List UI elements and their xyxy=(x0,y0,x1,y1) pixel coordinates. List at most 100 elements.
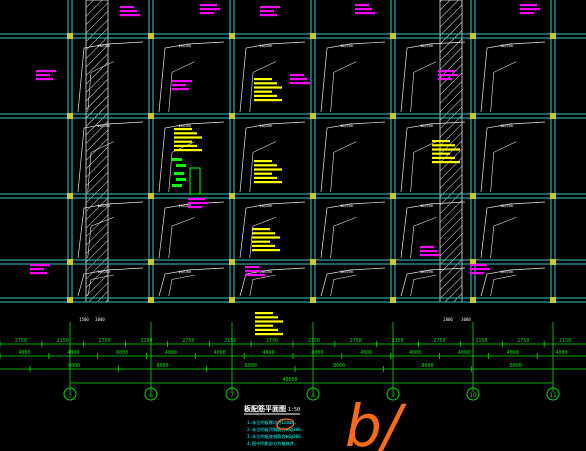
dim-text: 2150 xyxy=(224,338,236,344)
dim-total: 48000 xyxy=(282,377,297,383)
rebar-spec: Φ8@200 xyxy=(500,270,513,274)
axis-bubbles: 5 6 7 8 9 10 11 xyxy=(63,387,560,401)
dim-text: 2750 xyxy=(99,338,111,344)
yellow-label xyxy=(174,136,202,139)
column xyxy=(550,33,556,39)
dim-text: 2150 xyxy=(392,338,404,344)
column xyxy=(310,193,316,199)
yellow-label xyxy=(432,148,460,151)
dim-text: 2750 xyxy=(433,338,445,344)
top-rebar xyxy=(480,41,546,113)
green-box xyxy=(189,167,201,195)
top-rebar xyxy=(158,201,225,259)
bottom-rebar xyxy=(490,217,517,259)
rebar-spec: Φ8@200 xyxy=(260,124,273,128)
note-line: 3.未注明板底钢筋为Φ8@200. xyxy=(247,433,303,440)
bottom-rebar xyxy=(330,274,357,297)
column xyxy=(67,259,73,265)
bottom-rebar xyxy=(249,141,276,193)
magenta-label xyxy=(188,206,202,209)
column xyxy=(390,259,396,265)
shaft-dim: 3000 xyxy=(461,317,471,322)
column xyxy=(148,297,154,303)
yellow-label xyxy=(255,333,283,336)
column xyxy=(390,113,396,119)
top-rebar xyxy=(239,41,306,113)
column xyxy=(470,193,476,199)
magenta-label xyxy=(36,78,53,81)
shaft-dim: 2000 xyxy=(443,317,453,322)
top-rebar xyxy=(320,41,386,113)
rebar-spec: Φ8@200 xyxy=(98,44,111,48)
magenta-label xyxy=(355,4,369,7)
yellow-label xyxy=(174,144,197,147)
bottom-rebar xyxy=(168,217,195,259)
rebar-spec: Φ8@200 xyxy=(98,270,111,274)
bottom-rebar xyxy=(330,141,357,193)
dim-text: 8000 xyxy=(68,363,80,369)
dim-text: 2750 xyxy=(266,338,278,344)
magenta-label xyxy=(30,264,50,267)
rebar-spec: Φ8@200 xyxy=(98,124,111,128)
top-rebar xyxy=(320,267,386,297)
dim-text: 8000 xyxy=(510,363,522,369)
bottom-rebar xyxy=(490,61,517,113)
magenta-label xyxy=(470,272,484,275)
dim-text: 2750 xyxy=(182,338,194,344)
column xyxy=(148,113,154,119)
magenta-label xyxy=(120,14,140,17)
yellow-label xyxy=(254,181,282,184)
yellow-label xyxy=(254,78,272,81)
yellow-label xyxy=(255,328,278,331)
yellow-label xyxy=(174,149,202,152)
bottom-rebar xyxy=(410,274,437,297)
green-label xyxy=(172,184,182,187)
rebar-spec: Φ8@200 xyxy=(420,204,433,208)
note-line: 2.未注明板顶钢筋为Φ8@200, xyxy=(247,426,303,433)
dim-text: 8000 xyxy=(156,363,168,369)
shaft-dim: 1500 xyxy=(79,317,89,322)
yellow-label xyxy=(255,320,283,323)
handwritten-markup: b/ xyxy=(345,392,407,451)
cad-drawing-canvas[interactable]: Φ8@200 Φ8@200 Φ8@200 Φ8@200 Φ8@200 Φ8@200 Φ8@2… xyxy=(0,0,586,451)
dim-text: 4000 xyxy=(360,350,372,356)
rebar-spec: Φ8@200 xyxy=(340,270,353,274)
yellow-label xyxy=(255,316,278,319)
magenta-label xyxy=(520,12,534,15)
axis-label: 11 xyxy=(549,392,557,399)
yellow-label xyxy=(432,161,460,164)
dim-text: 8000 xyxy=(421,363,433,369)
axis-label: 6 xyxy=(149,392,153,399)
yellow-label xyxy=(252,244,275,247)
magenta-label xyxy=(260,14,277,17)
column xyxy=(470,33,476,39)
dim-text: 2750 xyxy=(15,338,27,344)
column xyxy=(229,259,235,265)
rebar-spec: Φ8@200 xyxy=(179,44,192,48)
dim-text: 2750 xyxy=(350,338,362,344)
dim-text: 2750 xyxy=(517,338,529,344)
magenta-label xyxy=(470,268,490,271)
axis-label: 7 xyxy=(230,392,234,399)
magenta-label xyxy=(172,84,186,87)
axis-label: 10 xyxy=(469,392,477,399)
dim-text: 4000 xyxy=(165,350,177,356)
elevator-shaft-hatch xyxy=(85,0,463,303)
magenta-label xyxy=(30,268,44,271)
bottom-rebar xyxy=(249,274,276,297)
dim-text: 4000 xyxy=(18,350,30,356)
green-label xyxy=(174,172,184,175)
column xyxy=(390,297,396,303)
rebar-spec: Φ8@200 xyxy=(420,124,433,128)
column xyxy=(470,297,476,303)
magenta-label xyxy=(290,74,304,77)
dim-text: 6000 xyxy=(116,350,128,356)
rebar-spec: Φ8@200 xyxy=(420,44,433,48)
rebar-spec: Φ8@200 xyxy=(340,124,353,128)
dim-text: 2150 xyxy=(475,338,487,344)
rebar-spec: Φ8@200 xyxy=(500,44,513,48)
column xyxy=(229,113,235,119)
yellow-label xyxy=(255,312,273,315)
drawing-scale: 1:50 xyxy=(288,407,300,413)
yellow-label xyxy=(254,172,272,175)
